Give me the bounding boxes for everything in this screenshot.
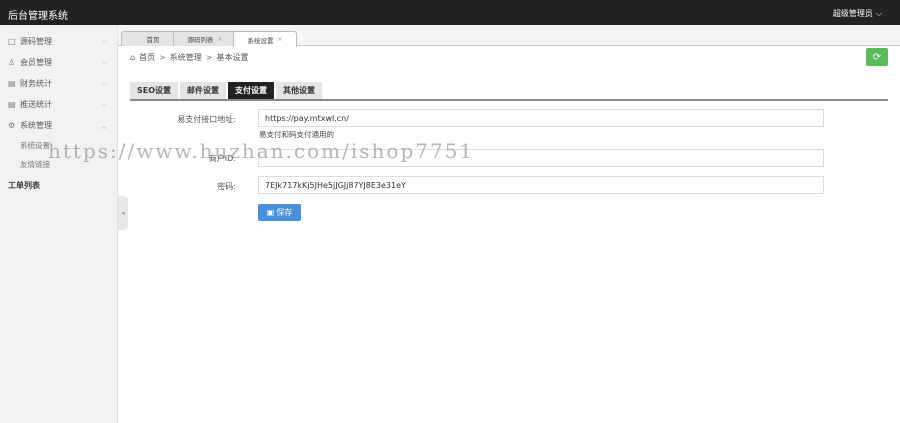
sidebar-item-label: 推送统计 <box>20 100 52 109</box>
home-icon: ⌂ <box>130 53 136 62</box>
box-icon: □ <box>8 37 16 46</box>
api-url-label: 易支付接口地址: <box>177 115 236 124</box>
breadcrumb-separator: > <box>205 53 213 62</box>
gear-icon: ⚙ <box>8 121 16 130</box>
breadcrumb-separator: > <box>159 53 166 62</box>
chevron-down-icon: ⌵ <box>101 79 107 87</box>
key-field[interactable] <box>258 176 824 194</box>
breadcrumb-home[interactable]: 首页 <box>139 52 155 63</box>
save-button[interactable]: ▣ 保存 <box>258 204 301 221</box>
sidebar-item-label: 会员管理 <box>20 58 52 67</box>
breadcrumb-level1[interactable]: 系统管理 <box>170 52 202 63</box>
chevron-down-icon: ⌵ <box>101 100 107 108</box>
sidebar-item-push[interactable]: ▤ 推送统计 ⌵ <box>0 94 117 115</box>
merchant-id-field[interactable] <box>258 149 824 167</box>
tab-other-settings[interactable]: 其他设置 <box>276 82 323 99</box>
sidebar-item-tickets[interactable]: 工单列表 <box>0 174 117 196</box>
sidebar-item-label: 系统管理 <box>20 121 52 130</box>
tab-seo-settings[interactable]: SEO设置 <box>130 82 179 99</box>
chart-icon: ▤ <box>8 100 16 109</box>
tab-label: 源码列表 <box>187 36 214 44</box>
user-icon: ♙ <box>8 58 16 67</box>
save-icon: ▣ <box>266 208 275 217</box>
page-tab-strip: 首页 源码列表 × 系统设置 × <box>118 25 900 47</box>
settings-tabs: SEO设置 邮件设置 支付设置 其他设置 <box>130 82 323 99</box>
sidebar-subitem-system-settings[interactable]: 系统设置 <box>0 136 117 155</box>
close-icon[interactable]: × <box>277 36 282 43</box>
chevron-down-icon: ⌵ <box>101 58 107 66</box>
sidebar: □ 源码管理 ⌵ ♙ 会员管理 ⌵ ▤ 财务统计 ⌵ ▤ 推送统计 ⌵ ⚙ 系统… <box>0 25 118 423</box>
api-url-hint: 易支付和码支付通用的 <box>259 130 334 139</box>
chart-icon: ▤ <box>8 79 16 88</box>
tab-mail-settings[interactable]: 邮件设置 <box>180 82 227 99</box>
sidebar-item-system[interactable]: ⚙ 系统管理 ︿ <box>0 115 117 136</box>
sidebar-item-members[interactable]: ♙ 会员管理 ⌵ <box>0 52 117 73</box>
tab-underline <box>130 99 888 101</box>
sidebar-item-source[interactable]: □ 源码管理 ⌵ <box>0 31 117 52</box>
top-bar: 后台管理系统 超级管理员 ⌵ <box>0 0 900 25</box>
chevron-up-icon: ︿ <box>100 122 107 130</box>
save-label: 保存 <box>276 208 293 217</box>
sidebar-item-label: 源码管理 <box>20 37 52 46</box>
tab-label: 首页 <box>146 36 160 44</box>
key-label: 密码: <box>217 182 236 191</box>
breadcrumb-current: 基本设置 <box>216 53 249 62</box>
tab-system-settings[interactable]: 系统设置 × <box>233 31 297 47</box>
close-icon[interactable]: × <box>217 36 222 43</box>
breadcrumb: ⌂ 首页 > 系统管理 > 基本设置 <box>130 52 248 63</box>
tab-payment-settings[interactable]: 支付设置 <box>228 82 275 99</box>
chevron-down-icon: ⌵ <box>101 37 107 45</box>
chevron-left-icon: ◂ <box>121 209 125 217</box>
sidebar-item-finance[interactable]: ▤ 财务统计 ⌵ <box>0 73 117 94</box>
merchant-id-label: 商户ID: <box>208 154 236 163</box>
user-menu[interactable]: 超级管理员 ⌵ <box>833 8 882 19</box>
app-title: 后台管理系统 <box>8 11 68 22</box>
sidebar-collapse-handle[interactable]: ◂ <box>118 196 128 230</box>
refresh-icon: ⟳ <box>872 51 882 63</box>
sidebar-subitem-friend-links[interactable]: 友情链接 <box>0 155 117 174</box>
refresh-button[interactable]: ⟳ <box>866 48 888 66</box>
sidebar-item-label: 财务统计 <box>20 79 52 88</box>
chevron-down-icon: ⌵ <box>875 8 882 18</box>
user-name: 超级管理员 <box>832 9 873 18</box>
tab-source-list[interactable]: 源码列表 × <box>173 31 237 46</box>
api-url-field[interactable] <box>258 109 824 127</box>
tab-label: 系统设置 <box>247 36 274 45</box>
